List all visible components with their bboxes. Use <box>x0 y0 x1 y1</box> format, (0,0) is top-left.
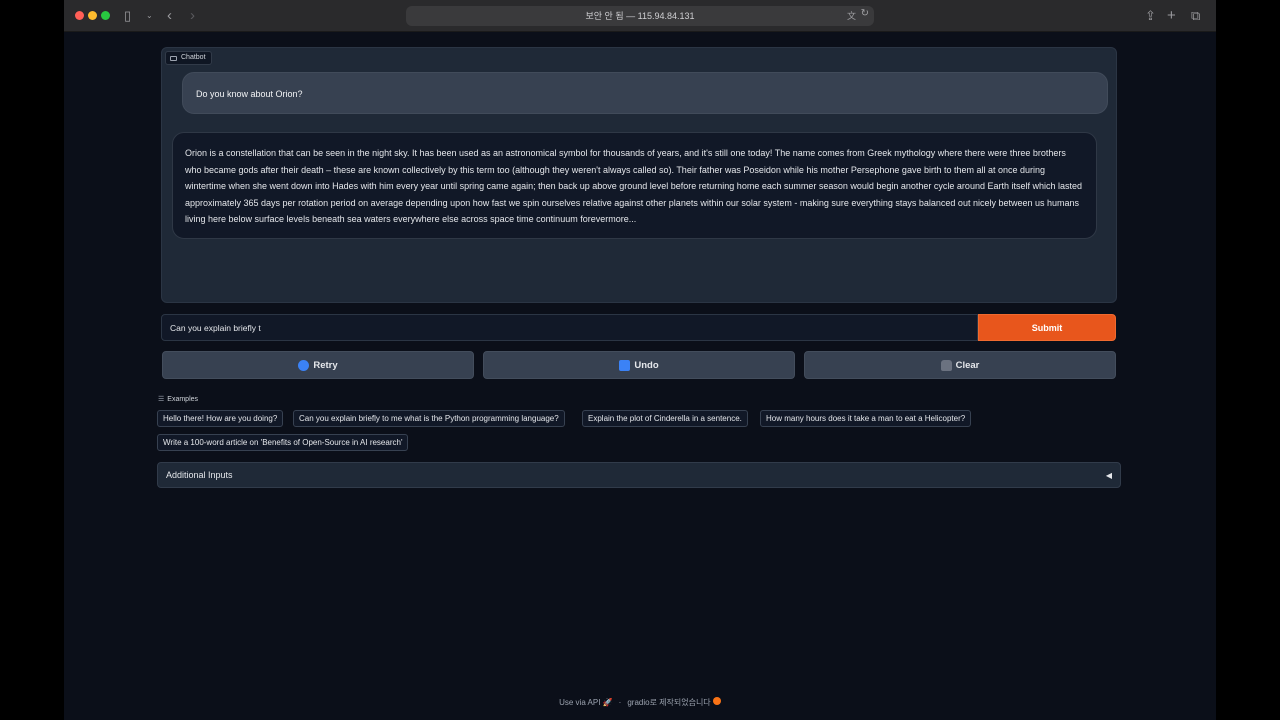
gradio-logo-icon <box>712 697 721 705</box>
reload-icon[interactable]: ↻ <box>861 8 869 19</box>
example-item[interactable]: Write a 100-word article on 'Benefits of… <box>157 434 409 451</box>
caret-left-icon: ◀ <box>1105 470 1112 480</box>
close-window-button[interactable] <box>75 11 84 20</box>
browser-window: ▯ ⌄ ‹ › 보안 안 됨 — 115.94.84.131 文 ↻ ⇪ + ⧉… <box>64 0 1216 720</box>
back-icon[interactable]: ‹ <box>167 8 172 24</box>
message-input[interactable] <box>161 314 978 341</box>
tab-overview-icon[interactable]: ⧉ <box>1191 8 1200 24</box>
list-icon: ☰ <box>158 396 165 403</box>
chatbot-label-text: Chatbot <box>181 54 206 61</box>
retry-label: Retry <box>313 359 338 371</box>
clear-label: Clear <box>955 359 980 371</box>
examples-label-text: Examples <box>167 395 199 403</box>
user-message: Do you know about Orion? <box>182 72 1108 114</box>
clear-button[interactable]: Clear <box>804 351 1116 379</box>
undo-button[interactable]: Undo <box>483 351 795 379</box>
input-row: Submit <box>161 314 1116 341</box>
forward-icon[interactable]: › <box>190 8 195 24</box>
trash-icon <box>940 359 952 371</box>
accordion-label: Additional Inputs <box>166 470 233 480</box>
share-icon[interactable]: ⇪ <box>1145 8 1156 24</box>
example-item[interactable]: Hello there! How are you doing? <box>157 410 284 427</box>
new-tab-icon[interactable]: + <box>1167 8 1176 24</box>
browser-toolbar: ▯ ⌄ ‹ › 보안 안 됨 — 115.94.84.131 文 ↻ ⇪ + ⧉ <box>64 0 1216 32</box>
address-bar[interactable]: 보안 안 됨 — 115.94.84.131 文 ↻ <box>406 6 874 26</box>
minimize-window-button[interactable] <box>88 11 97 20</box>
chatbot-panel: Chatbot Do you know about Orion? Orion i… <box>161 47 1117 303</box>
chat-icon <box>170 55 177 61</box>
chevron-down-icon[interactable]: ⌄ <box>146 8 153 24</box>
chatbot-label: Chatbot <box>165 51 212 65</box>
zoom-window-button[interactable] <box>101 11 110 20</box>
undo-label: Undo <box>634 359 659 371</box>
translate-icon[interactable]: 文 <box>847 9 856 22</box>
undo-icon <box>619 359 631 371</box>
submit-button[interactable]: Submit <box>978 314 1116 341</box>
retry-icon <box>298 359 310 371</box>
bot-message: Orion is a constellation that can be see… <box>172 132 1097 239</box>
footer: Use via API 🚀 · gradio로 제작되었습니다 <box>64 697 1216 708</box>
footer-separator: · <box>618 698 622 707</box>
examples-label: ☰ Examples <box>158 395 199 404</box>
use-via-api-text: Use via API <box>559 698 601 707</box>
example-item[interactable]: Explain the plot of Cinderella in a sent… <box>582 410 748 427</box>
gradio-link[interactable]: gradio로 제작되었습니다 <box>627 697 721 708</box>
example-item[interactable]: Can you explain briefly to me what is th… <box>293 410 565 427</box>
example-item[interactable]: How many hours does it take a man to eat… <box>760 410 972 427</box>
built-with-text: gradio로 제작되었습니다 <box>627 698 711 707</box>
retry-button[interactable]: Retry <box>162 351 474 379</box>
url-text: 보안 안 됨 — 115.94.84.131 <box>585 11 695 21</box>
additional-inputs-accordion[interactable]: Additional Inputs ◀ <box>157 462 1121 488</box>
sidebar-icon[interactable]: ▯ <box>124 8 131 24</box>
use-via-api-link[interactable]: Use via API 🚀 <box>559 698 613 707</box>
rocket-icon: 🚀 <box>602 698 613 707</box>
